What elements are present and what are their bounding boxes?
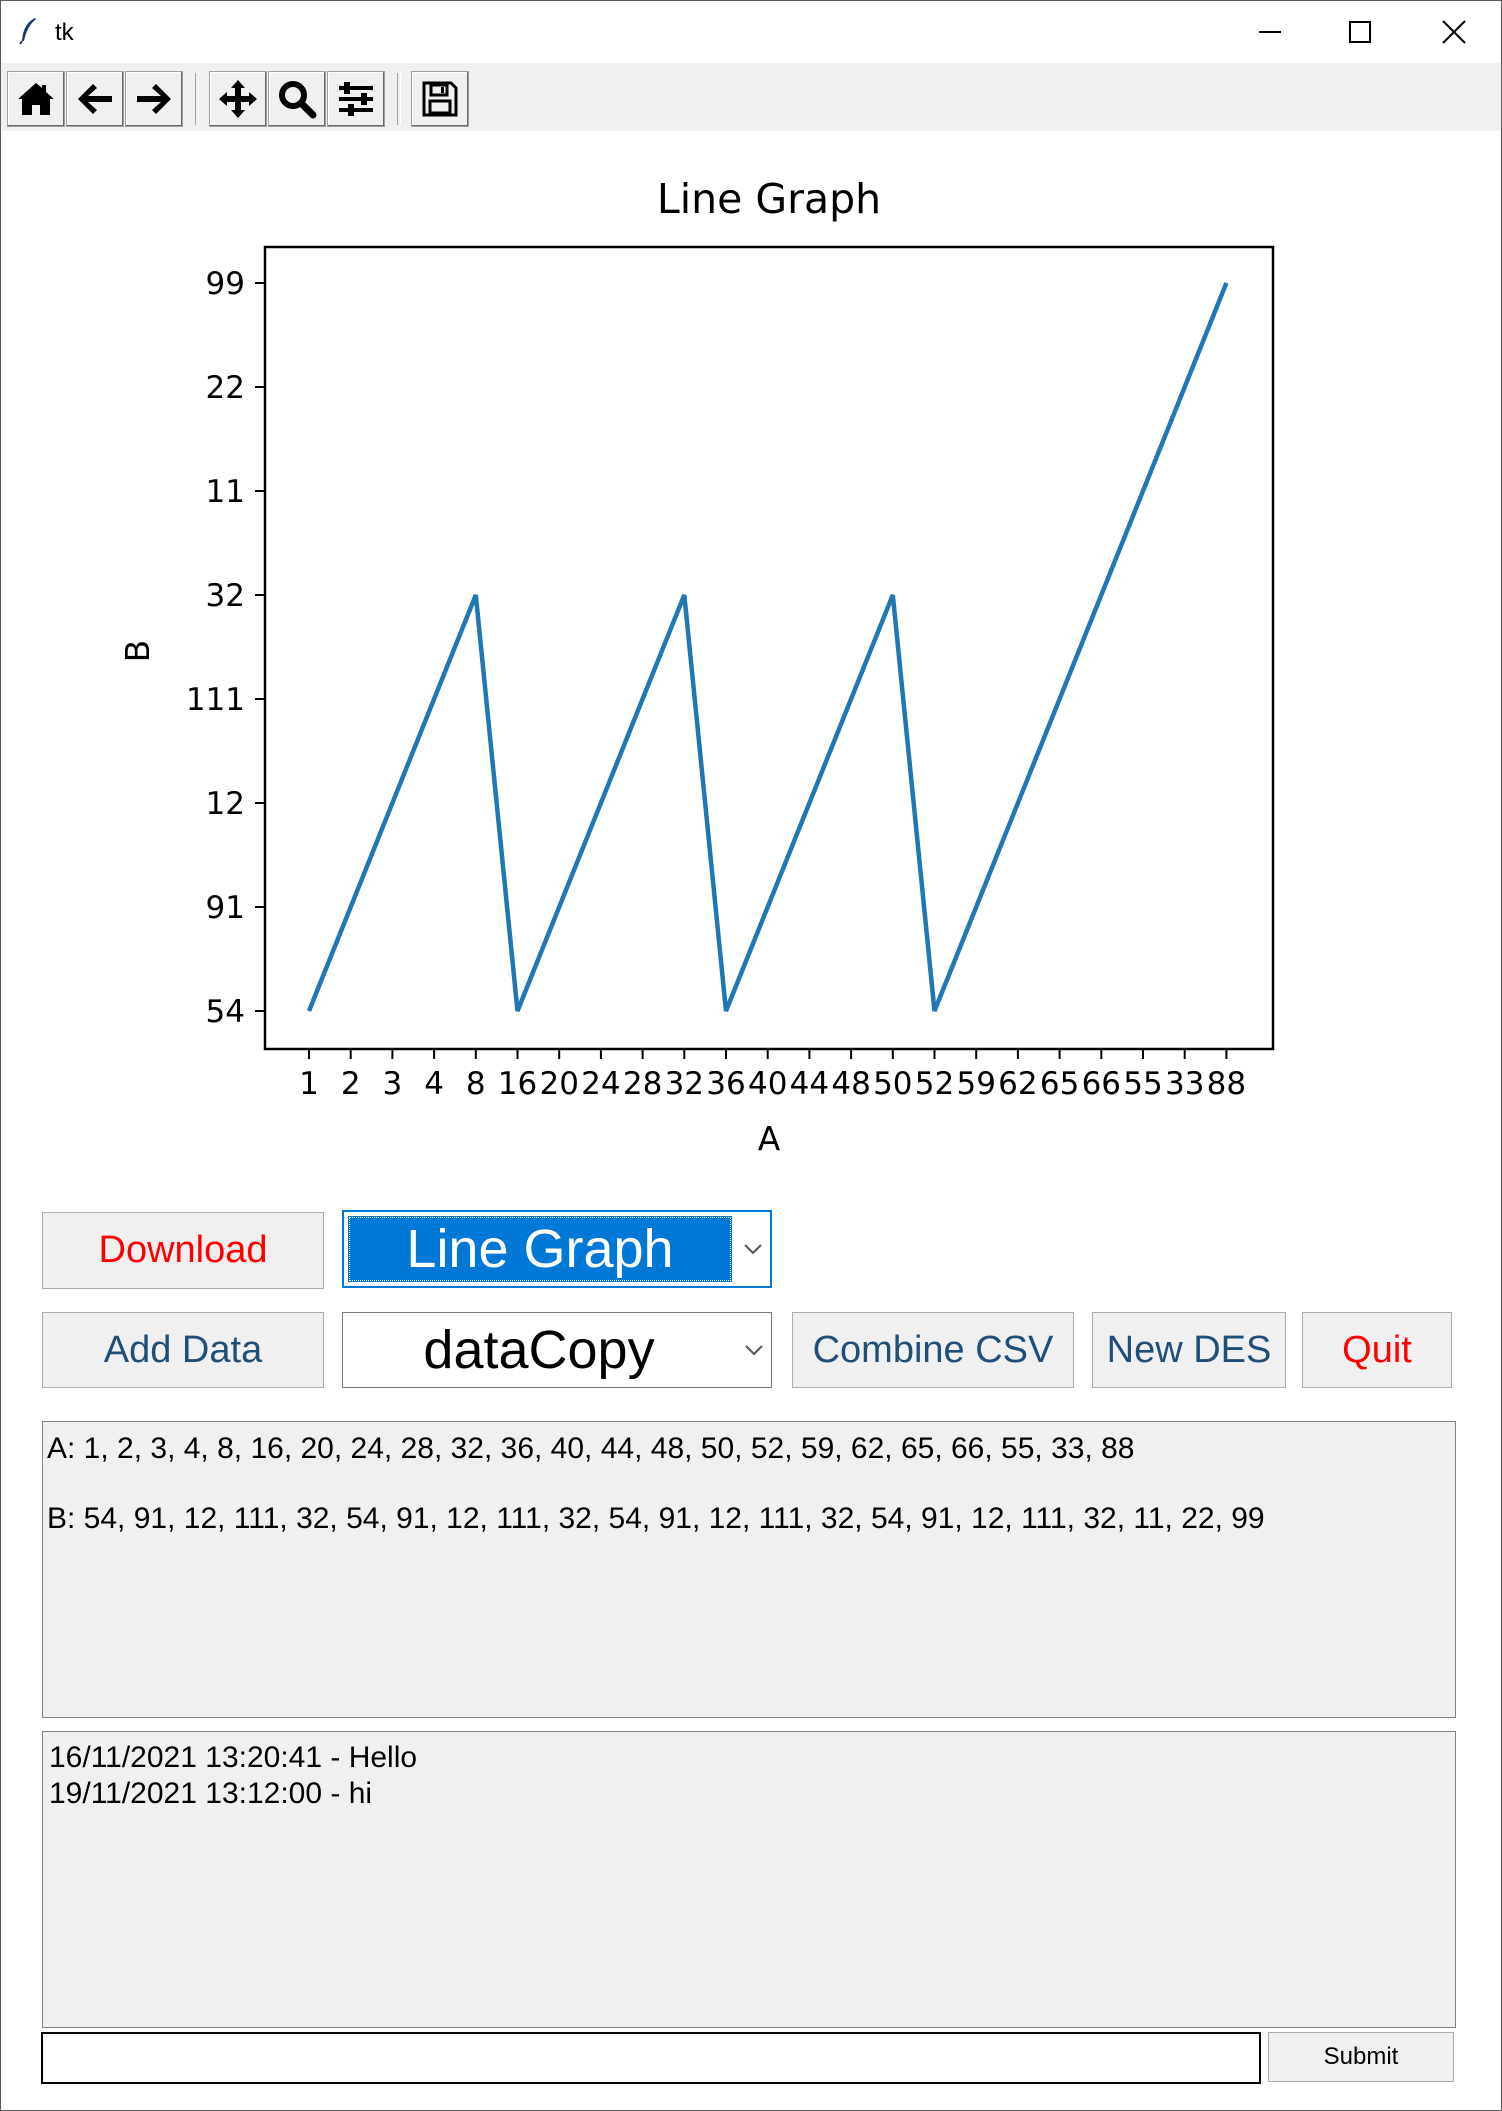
dataset-value: dataCopy	[423, 1320, 655, 1380]
plot-frame	[263, 245, 1275, 1051]
back-arrow-icon	[78, 84, 112, 114]
x-tick-label: 52	[915, 1066, 954, 1102]
toolbar-separator	[195, 73, 199, 125]
maximize-icon	[1349, 21, 1371, 43]
chevron-down-icon	[744, 1244, 762, 1255]
chart-area: Line Graph 1 2 3 4 8 16 20 24 28 32 36 40 44 48 50 52 59…	[1, 131, 1501, 1191]
chevron-down-icon	[745, 1345, 763, 1356]
close-button[interactable]	[1409, 1, 1499, 63]
x-tick-label: 1	[299, 1066, 319, 1102]
toolbar-separator	[397, 73, 401, 125]
pan-icon	[219, 80, 257, 118]
log-entry: 19/11/2021 13:12:00 - hi	[49, 1777, 373, 1810]
y-tick-label: 99	[206, 266, 245, 302]
x-axis-label: A	[758, 1119, 781, 1158]
data-line-a: A: 1, 2, 3, 4, 8, 16, 20, 24, 28, 32, 36…	[47, 1432, 1135, 1465]
log-text-area[interactable]: 16/11/2021 13:20:41 - Hello 19/11/2021 1…	[42, 1731, 1456, 2028]
configure-subplots-button[interactable]	[327, 71, 385, 127]
x-tick-label: 24	[581, 1066, 620, 1102]
add-data-button[interactable]: Add Data	[42, 1312, 324, 1388]
y-tick-label: 11	[206, 474, 245, 510]
x-tick-label: 62	[998, 1066, 1037, 1102]
pan-button[interactable]	[209, 71, 267, 127]
message-input[interactable]	[41, 2032, 1261, 2084]
app-window: tk Line Graph 1 2 3 4 8 16 20 24 28 32 3…	[0, 0, 1502, 2111]
window-title: tk	[55, 19, 74, 46]
navigation-toolbar	[1, 63, 1501, 131]
x-tick-label: 50	[873, 1066, 912, 1102]
zoom-button[interactable]	[268, 71, 326, 127]
chart-title: Line Graph	[657, 175, 881, 223]
maximize-button[interactable]	[1315, 1, 1405, 63]
x-tick-label: 48	[831, 1066, 870, 1102]
x-tick-label: 4	[424, 1066, 444, 1102]
configure-subplots-icon	[339, 82, 373, 116]
x-tick-label: 65	[1040, 1066, 1079, 1102]
x-tick-label: 55	[1123, 1066, 1162, 1102]
forward-arrow-icon	[137, 84, 171, 114]
x-tick-label: 20	[539, 1066, 578, 1102]
minimize-icon	[1259, 31, 1281, 33]
forward-button[interactable]	[125, 71, 183, 127]
line-chart: Line Graph 1 2 3 4 8 16 20 24 28 32 36 40 44 48 50 52 59…	[118, 175, 1275, 1158]
x-tick-label: 3	[383, 1066, 403, 1102]
x-tick-label: 36	[706, 1066, 745, 1102]
x-tick-label: 28	[623, 1066, 662, 1102]
x-tick-label: 32	[665, 1066, 704, 1102]
data-line-b: B: 54, 91, 12, 111, 32, 54, 91, 12, 111,…	[47, 1502, 1265, 1535]
y-tick-label: 54	[206, 994, 245, 1030]
x-tick-label: 88	[1207, 1066, 1246, 1102]
x-tick-label: 40	[748, 1066, 787, 1102]
y-axis-label: B	[118, 640, 157, 663]
minimize-button[interactable]	[1225, 1, 1315, 63]
download-button[interactable]: Download	[42, 1212, 324, 1289]
y-tick-label: 12	[206, 786, 245, 822]
back-button[interactable]	[66, 71, 124, 127]
save-button[interactable]	[411, 71, 469, 127]
y-tick-label: 32	[206, 578, 245, 614]
y-tick-label: 22	[206, 370, 245, 406]
log-entry: 16/11/2021 13:20:41 - Hello	[49, 1741, 418, 1774]
x-tick-label: 59	[956, 1066, 995, 1102]
x-tick-label: 33	[1165, 1066, 1204, 1102]
x-tick-label: 44	[790, 1066, 829, 1102]
home-button[interactable]	[7, 71, 65, 127]
x-tick-label: 16	[498, 1066, 537, 1102]
save-icon	[422, 81, 458, 117]
feather-icon	[19, 18, 36, 45]
y-tick-label: 111	[186, 682, 245, 718]
title-bar: tk	[1, 1, 1501, 63]
data-text-area[interactable]: A: 1, 2, 3, 4, 8, 16, 20, 24, 28, 32, 36…	[42, 1421, 1456, 1718]
graph-type-select[interactable]: Line Graph	[342, 1210, 772, 1288]
graph-type-value: Line Graph	[348, 1216, 732, 1282]
y-tick-label: 91	[206, 890, 245, 926]
y-axis: 54 91 12 111 32 11 22 99	[186, 266, 265, 1030]
x-tick-label: 2	[341, 1066, 361, 1102]
home-icon	[18, 83, 54, 115]
zoom-icon	[279, 81, 317, 119]
x-tick-label: 8	[466, 1066, 486, 1102]
close-icon	[1442, 20, 1466, 44]
x-axis: 1 2 3 4 8 16 20 24 28 32 36 40 44 48 50 52 59 62 65 66 55 33 8…	[299, 1049, 1246, 1102]
new-des-button[interactable]: New DES	[1092, 1312, 1286, 1388]
dataset-select[interactable]: dataCopy	[342, 1312, 772, 1388]
x-tick-label: 66	[1082, 1066, 1121, 1102]
quit-button[interactable]: Quit	[1302, 1312, 1452, 1388]
submit-button[interactable]: Submit	[1268, 2032, 1454, 2082]
series-line	[306, 282, 1229, 1012]
combine-csv-button[interactable]: Combine CSV	[792, 1312, 1074, 1388]
